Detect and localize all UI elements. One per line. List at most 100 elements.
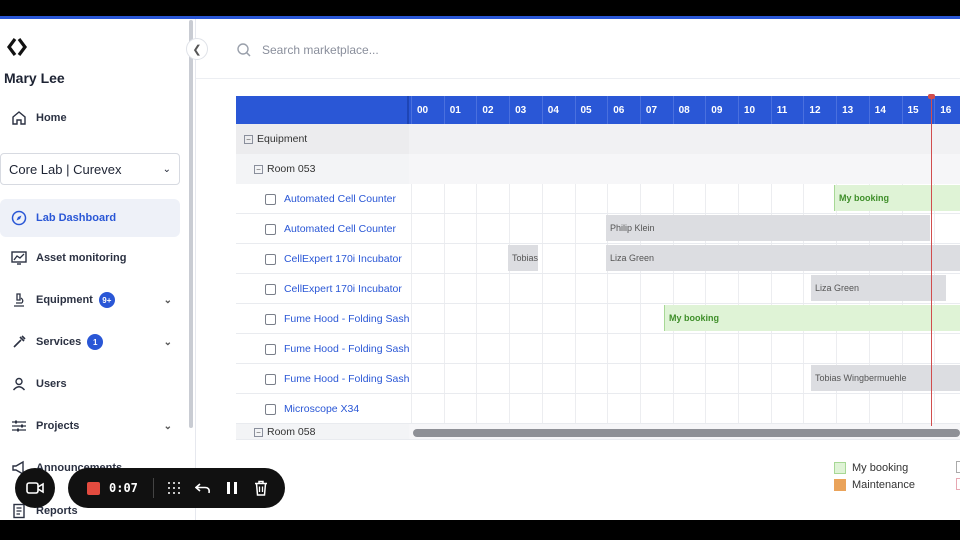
resource-link[interactable]: Fume Hood - Folding Sash <box>284 373 409 385</box>
booking-bar[interactable]: Tobias <box>508 245 538 271</box>
nav-home[interactable]: Home <box>0 99 180 137</box>
resource-timeline[interactable]: Liza Green <box>409 274 960 304</box>
sidebar-scrollbar[interactable] <box>189 20 193 428</box>
row-checkbox[interactable] <box>265 373 276 385</box>
user-name: Mary Lee <box>4 70 65 86</box>
resource-link[interactable]: Automated Cell Counter <box>284 223 409 235</box>
legend-swatch-cut <box>956 461 960 473</box>
legend-swatch <box>834 461 846 474</box>
stop-recording-button[interactable] <box>87 481 100 495</box>
hour-column-header: 13 <box>836 96 869 124</box>
resource-row: Fume Hood - Folding Sash Tobias Wingberm… <box>236 364 960 394</box>
collapse-toggle-icon[interactable]: − <box>254 427 263 437</box>
resource-timeline[interactable]: Tobias Wingbermuehle <box>409 364 960 394</box>
resource-label: Fume Hood - Folding Sash <box>236 304 409 334</box>
nav-users[interactable]: Users <box>0 365 180 403</box>
resource-row: Automated Cell Counter Philip Klein <box>236 214 960 244</box>
hour-column-header: 12 <box>803 96 836 124</box>
camera-toggle-button[interactable] <box>15 468 55 508</box>
hour-column-header: 08 <box>672 96 706 124</box>
collapse-sidebar-button[interactable]: ❮ <box>186 38 208 60</box>
legend: My booking Maintenance <box>834 459 915 493</box>
equipment-count-badge: 9+ <box>98 292 115 308</box>
hour-column-header: 09 <box>705 96 738 124</box>
resource-timeline[interactable]: My booking <box>409 184 960 214</box>
app-logo-icon[interactable] <box>6 36 28 58</box>
pause-icon[interactable] <box>223 479 241 497</box>
nav-lab-dashboard-label: Lab Dashboard <box>36 212 117 224</box>
group-name: Equipment <box>257 133 308 145</box>
search-input[interactable]: Search marketplace... <box>262 43 379 57</box>
resource-link[interactable]: Automated Cell Counter <box>284 193 409 205</box>
booking-bar[interactable]: Tobias Wingbermuehle <box>811 365 960 391</box>
row-checkbox[interactable] <box>265 313 276 325</box>
resource-link[interactable]: CellExpert 170i Incubator <box>284 253 409 265</box>
group-label: − Room 053 <box>236 154 409 184</box>
collapse-toggle-icon[interactable]: − <box>254 164 263 174</box>
hour-column-header: 02 <box>476 96 509 124</box>
trash-icon[interactable] <box>252 479 270 497</box>
organization-select[interactable]: Core Lab | Curevex ⌄ <box>0 153 180 185</box>
chevron-down-icon[interactable]: ⌄ <box>164 295 172 306</box>
booking-bar[interactable]: Philip Klein <box>606 215 930 241</box>
nav-equipment[interactable]: Equipment 9+ ⌄ <box>0 281 180 319</box>
collapse-toggle-icon[interactable]: − <box>244 134 253 144</box>
group-row-room-053[interactable]: − Room 053 <box>236 154 960 184</box>
row-checkbox[interactable] <box>265 193 276 205</box>
chevron-down-icon[interactable]: ⌄ <box>164 337 172 348</box>
nav-home-label: Home <box>36 112 67 124</box>
booking-bar-mine[interactable]: My booking <box>834 185 960 211</box>
booking-bar[interactable]: Liza Green <box>811 275 946 301</box>
resource-timeline[interactable]: My booking <box>409 304 960 334</box>
chevron-down-icon[interactable]: ⌄ <box>164 421 172 432</box>
search-bar[interactable]: Search marketplace... <box>236 40 636 60</box>
group-label: − Room 058 <box>236 424 409 439</box>
hour-column-header: 10 <box>738 96 771 124</box>
nav-asset-monitoring-label: Asset monitoring <box>36 252 127 264</box>
app-screen: Mary Lee Home Core Lab | Curevex ⌄ Lab D… <box>0 16 960 520</box>
sliders-icon <box>10 417 28 435</box>
hour-column-header: 06 <box>607 96 640 124</box>
legend-item-maintenance: Maintenance <box>834 476 915 493</box>
nav-services[interactable]: Services 1 ⌄ <box>0 323 180 361</box>
grid-dots-icon[interactable] <box>165 479 183 497</box>
row-checkbox[interactable] <box>265 223 276 235</box>
resource-timeline[interactable] <box>409 334 960 364</box>
legend-label: Maintenance <box>852 478 915 491</box>
booking-bar[interactable]: Liza Green <box>606 245 960 271</box>
top-accent-line <box>0 16 960 19</box>
services-count-badge: 1 <box>87 334 104 350</box>
nav-lab-dashboard[interactable]: Lab Dashboard <box>0 199 180 237</box>
resource-timeline[interactable]: Tobias Liza Green <box>409 244 960 274</box>
resource-label: CellExpert 170i Incubator <box>236 244 409 274</box>
resource-link[interactable]: Fume Hood - Folding Sash <box>284 343 409 355</box>
sidebar: Mary Lee Home Core Lab | Curevex ⌄ Lab D… <box>0 16 196 520</box>
resource-label: Automated Cell Counter <box>236 184 409 214</box>
row-checkbox[interactable] <box>265 253 276 265</box>
hour-column-header: 14 <box>868 96 902 124</box>
undo-icon[interactable] <box>194 479 212 497</box>
organization-select-value: Core Lab | Curevex <box>9 161 122 177</box>
horizontal-scrollbar[interactable] <box>413 429 960 437</box>
search-icon <box>237 43 251 57</box>
group-name: Room 058 <box>267 426 316 438</box>
resource-link[interactable]: Microscope X34 <box>284 403 409 415</box>
row-checkbox[interactable] <box>265 343 276 355</box>
resource-label: Fume Hood - Folding Sash <box>236 334 409 364</box>
toolbar-divider <box>152 478 154 498</box>
resource-timeline[interactable]: Philip Klein <box>409 214 960 244</box>
group-row-equipment[interactable]: − Equipment <box>236 124 960 154</box>
resource-link[interactable]: Fume Hood - Folding Sash <box>284 313 409 325</box>
row-checkbox[interactable] <box>265 403 276 415</box>
nav-asset-monitoring[interactable]: Asset monitoring <box>0 239 180 277</box>
nav-projects[interactable]: Projects ⌄ <box>0 407 180 445</box>
resource-link[interactable]: CellExpert 170i Incubator <box>284 283 409 295</box>
video-frame: Mary Lee Home Core Lab | Curevex ⌄ Lab D… <box>0 0 960 540</box>
booking-bar-mine[interactable]: My booking <box>664 305 960 331</box>
group-label: − Equipment <box>236 124 409 154</box>
compass-icon <box>10 209 28 227</box>
row-checkbox[interactable] <box>265 283 276 295</box>
current-time-marker <box>928 94 935 99</box>
current-time-line <box>931 96 932 426</box>
resource-timeline[interactable] <box>409 394 960 424</box>
